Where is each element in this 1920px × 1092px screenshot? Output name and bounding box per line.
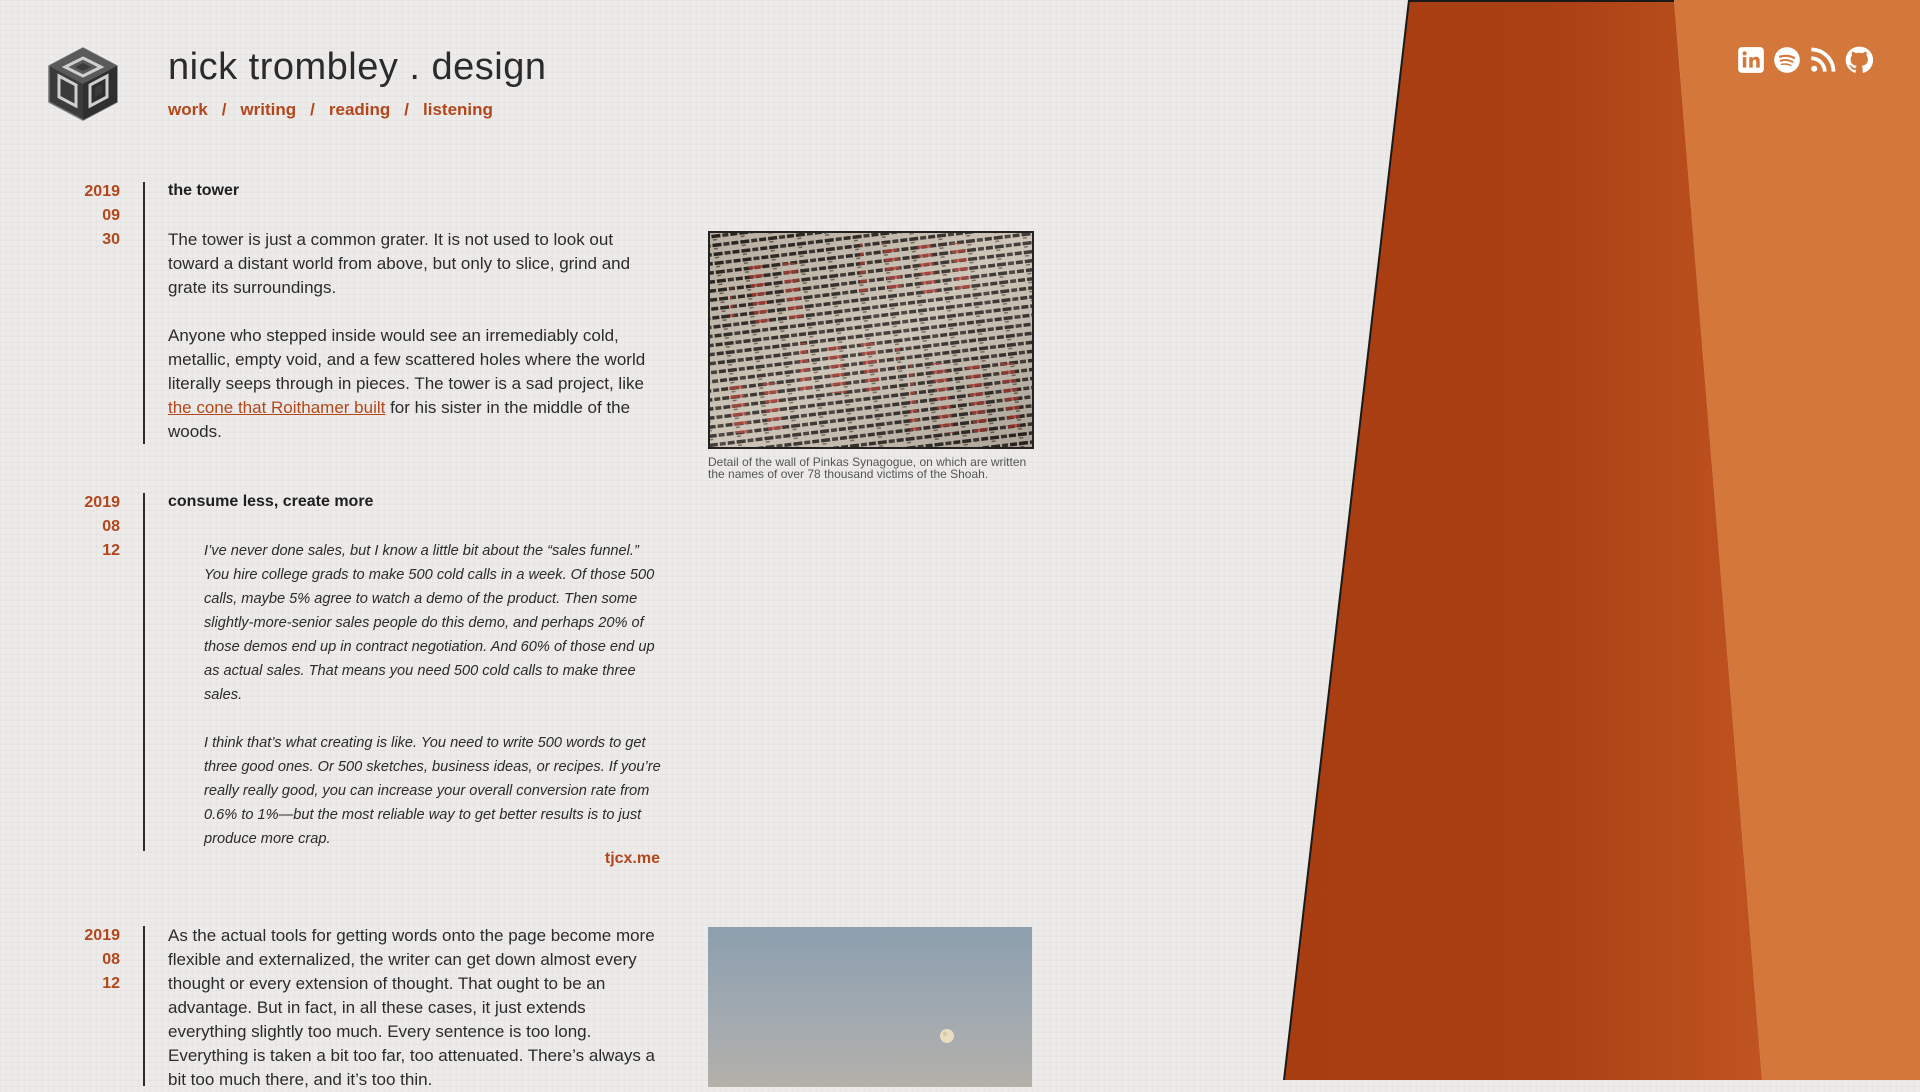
nav-link-reading[interactable]: reading bbox=[329, 100, 390, 119]
synagogue-wall-image bbox=[708, 231, 1034, 449]
blockquote-paragraph: I’ve never done sales, but I know a litt… bbox=[204, 543, 655, 703]
moon-sky-image bbox=[708, 927, 1032, 1087]
post-divider bbox=[143, 926, 145, 1086]
site-title[interactable]: nick trombley . design bbox=[168, 46, 547, 89]
social-links bbox=[1737, 46, 1881, 74]
post-divider bbox=[143, 493, 145, 851]
post-date-year: 2019 bbox=[84, 494, 120, 511]
linkedin-icon[interactable] bbox=[1737, 46, 1765, 74]
post-paragraph: The tower is just a common grater. It is… bbox=[168, 230, 631, 297]
post-date-year: 2019 bbox=[84, 183, 120, 200]
post-date-year: 2019 bbox=[84, 927, 120, 944]
roithamer-cone-link[interactable]: the cone that Roithamer built bbox=[168, 398, 385, 417]
nav-separator: / bbox=[310, 100, 315, 119]
github-icon[interactable] bbox=[1845, 46, 1874, 74]
nav-separator: / bbox=[221, 100, 227, 119]
post-date-day: 30 bbox=[102, 231, 120, 248]
post-date: 2019 08 12 bbox=[50, 491, 120, 563]
image-caption: Detail of the wall of Pinkas Synagogue, … bbox=[708, 455, 1027, 481]
nav-separator: / bbox=[404, 100, 410, 119]
post-title[interactable]: consume less, create more bbox=[168, 493, 373, 511]
post-date-day: 12 bbox=[102, 542, 120, 559]
post-date: 2019 09 30 bbox=[50, 180, 120, 252]
nav-link-work[interactable]: work bbox=[168, 100, 208, 119]
spotify-icon[interactable] bbox=[1773, 46, 1801, 74]
post-paragraph: Anyone who stepped inside would see an i… bbox=[168, 324, 668, 444]
post-date-month: 08 bbox=[102, 951, 120, 968]
main-nav: work / writing / reading / listening bbox=[168, 100, 493, 120]
rss-icon[interactable] bbox=[1809, 46, 1837, 74]
post-title[interactable]: the tower bbox=[168, 182, 239, 200]
post-divider bbox=[143, 182, 145, 444]
post-date-month: 09 bbox=[102, 207, 120, 224]
site-logo[interactable] bbox=[45, 46, 121, 122]
post-paragraph: As the actual tools for getting words on… bbox=[168, 926, 655, 1089]
blockquote-paragraph: I think that’s what creating is like. Yo… bbox=[204, 735, 661, 847]
quote-source-link[interactable]: tjcx.me bbox=[500, 850, 660, 868]
post-date-month: 08 bbox=[102, 518, 120, 535]
post-date: 2019 08 12 bbox=[50, 924, 120, 996]
nav-link-writing[interactable]: writing bbox=[240, 100, 296, 119]
nav-link-listening[interactable]: listening bbox=[423, 100, 493, 119]
post-text: Anyone who stepped inside would see an i… bbox=[168, 326, 646, 393]
post-date-day: 12 bbox=[102, 975, 120, 992]
